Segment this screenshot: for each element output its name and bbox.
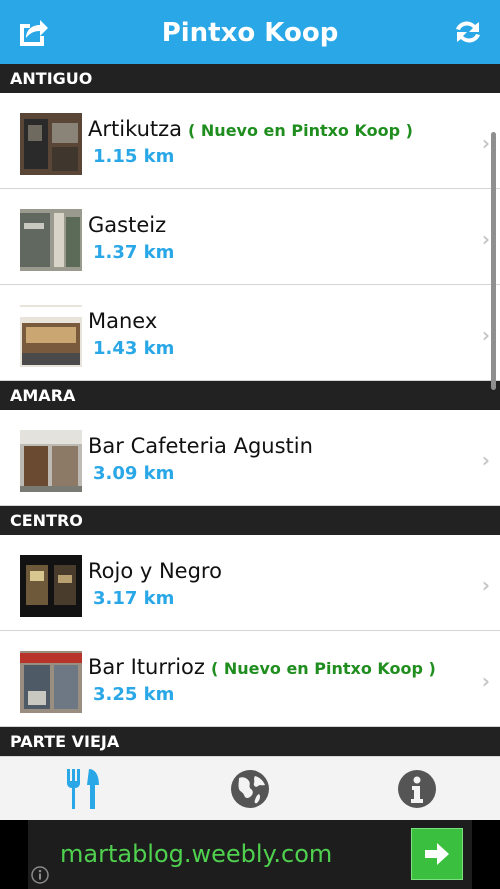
restaurant-name: Gasteiz (88, 213, 167, 237)
tab-map[interactable] (167, 757, 333, 820)
chevron-right-icon: › (481, 227, 490, 251)
chevron-right-icon: › (481, 131, 490, 155)
restaurant-name: Rojo y Negro (88, 559, 222, 583)
list-item[interactable]: Rojo y Negro 3.17 km › (0, 535, 500, 631)
restaurant-name: Bar Iturrioz( Nuevo en Pintxo Koop ) (88, 655, 436, 679)
section-header-antiguo: ANTIGUO (0, 64, 500, 93)
new-badge: ( Nuevo en Pintxo Koop ) (210, 659, 436, 678)
restaurant-name: Manex (88, 309, 158, 333)
restaurant-distance: 1.15 km (93, 146, 175, 167)
restaurant-distance: 1.37 km (93, 242, 175, 263)
section-header-amara: AMARA (0, 381, 500, 410)
tab-info[interactable] (334, 757, 500, 820)
restaurant-distance: 3.17 km (93, 588, 175, 609)
ad-go-button[interactable] (411, 828, 463, 880)
new-badge: ( Nuevo en Pintxo Koop ) (188, 121, 413, 140)
fork-knife-icon (67, 768, 99, 809)
restaurant-distance: 3.25 km (93, 684, 175, 705)
list-item[interactable]: Manex 1.43 km › (0, 285, 500, 381)
chevron-right-icon: › (481, 573, 490, 597)
scrollbar[interactable] (491, 132, 496, 390)
arrow-right-icon (425, 843, 449, 865)
app-title: Pintxo Koop (161, 18, 339, 48)
restaurant-thumbnail (20, 305, 82, 367)
list-item[interactable]: Bar Iturrioz( Nuevo en Pintxo Koop ) 3.2… (0, 631, 500, 727)
restaurant-thumbnail (20, 430, 82, 492)
restaurant-distance: 3.09 km (93, 463, 175, 484)
chevron-right-icon: › (481, 669, 490, 693)
list-item[interactable]: Gasteiz 1.37 km › (0, 189, 500, 285)
info-icon (31, 866, 49, 884)
list-item[interactable]: Bar Cafeteria Agustin 3.09 km › (0, 410, 500, 506)
ad-text[interactable]: martablog.weebly.com (60, 840, 332, 868)
section-header-centro: CENTRO (0, 506, 500, 535)
globe-icon (231, 769, 269, 808)
info-icon (398, 769, 436, 808)
tab-restaurants[interactable] (0, 757, 166, 820)
ad-banner[interactable]: martablog.weebly.com (0, 820, 500, 889)
ad-content[interactable]: martablog.weebly.com (28, 820, 472, 889)
app-header: Pintxo Koop (0, 0, 500, 64)
bottom-tab-bar (0, 756, 500, 820)
chevron-right-icon: › (481, 448, 490, 472)
restaurant-thumbnail (20, 555, 82, 617)
restaurant-name: Bar Cafeteria Agustin (88, 434, 313, 458)
list-item[interactable]: Artikutza( Nuevo en Pintxo Koop ) 1.15 k… (0, 93, 500, 189)
chevron-right-icon: › (481, 323, 490, 347)
ad-info-button[interactable] (30, 865, 50, 885)
restaurant-thumbnail (20, 209, 82, 271)
restaurant-thumbnail (20, 651, 82, 713)
restaurant-thumbnail (20, 113, 82, 175)
restaurant-list[interactable]: ANTIGUO Artikutza( Nuevo en Pintxo Koop … (0, 64, 500, 756)
refresh-icon (456, 21, 480, 43)
section-header-parte-vieja: PARTE VIEJA (0, 727, 500, 756)
refresh-button[interactable] (450, 14, 486, 50)
restaurant-distance: 1.43 km (93, 338, 175, 359)
restaurant-name: Artikutza( Nuevo en Pintxo Koop ) (88, 117, 413, 141)
